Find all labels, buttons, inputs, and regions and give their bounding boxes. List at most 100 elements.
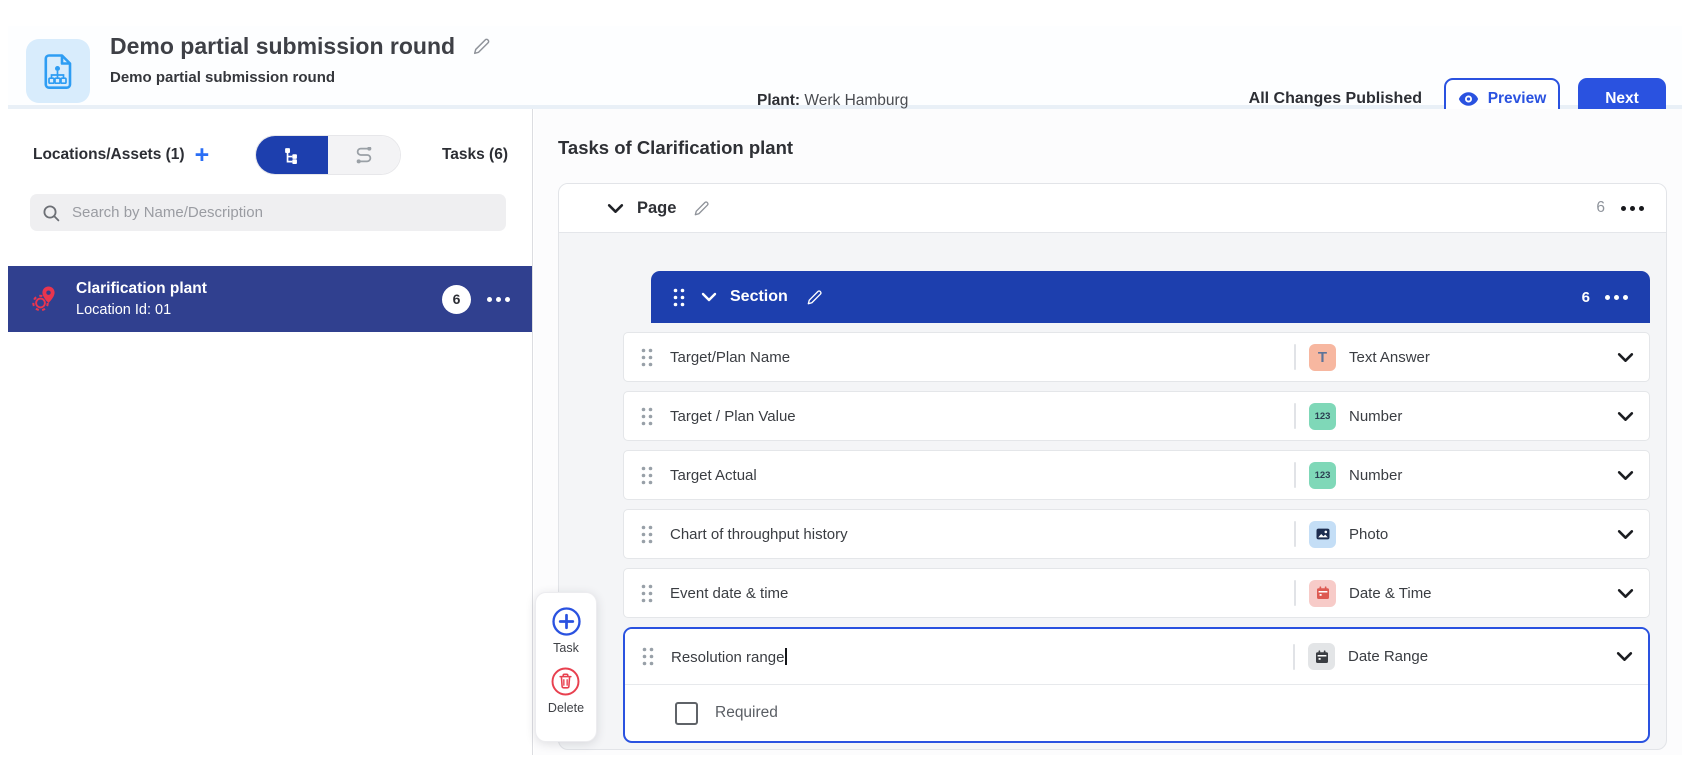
page-card: Page 6 Section 6	[558, 183, 1667, 750]
trash-icon	[550, 666, 581, 697]
task-list: Target/Plan Name T Text Answer Target / …	[623, 332, 1650, 743]
section-label: Section	[730, 288, 788, 306]
task-row[interactable]: Target Actual 123 Number	[623, 450, 1650, 500]
task-type-label: Date & Time	[1349, 585, 1617, 602]
locations-assets-label: Locations/Assets (1)	[33, 146, 185, 164]
route-view-toggle[interactable]	[328, 136, 400, 174]
section-drag-handle-icon[interactable]	[673, 288, 685, 307]
eye-icon	[1458, 91, 1479, 107]
route-view-icon	[354, 147, 374, 164]
page-header[interactable]: Page 6	[559, 184, 1666, 233]
plant-label: Plant:	[757, 92, 800, 109]
document-hierarchy-icon	[38, 51, 78, 91]
add-task-button[interactable]: Task	[551, 606, 582, 655]
round-title: Demo partial submission round	[110, 33, 455, 60]
drag-handle-icon[interactable]	[641, 584, 653, 603]
task-type-badge: T	[1309, 344, 1336, 371]
tasks-count-label: Tasks (6)	[442, 146, 508, 164]
edit-title-icon[interactable]	[471, 36, 492, 57]
location-name: Clarification plant	[76, 280, 207, 298]
asset-pin-icon	[30, 284, 58, 314]
section-task-count: 6	[1582, 289, 1590, 306]
chevron-down-icon[interactable]	[1617, 411, 1634, 422]
location-more-options-icon[interactable]	[487, 297, 510, 302]
divider	[1293, 644, 1295, 670]
chevron-down-icon[interactable]	[1617, 470, 1634, 481]
drag-handle-icon[interactable]	[641, 466, 653, 485]
location-item-clarification-plant[interactable]: Clarification plant Location Id: 01 6	[8, 266, 532, 332]
task-name: Chart of throughput history	[670, 526, 1294, 543]
round-type-icon	[26, 39, 90, 103]
page-collapse-chevron-icon[interactable]	[607, 203, 624, 214]
task-type-badge	[1308, 643, 1335, 670]
divider	[1294, 403, 1296, 429]
task-type-label: Text Answer	[1349, 349, 1617, 366]
required-row: Required	[625, 684, 1648, 741]
required-label: Required	[715, 704, 778, 722]
task-name: Resolution range	[671, 648, 1293, 666]
chevron-down-icon[interactable]	[1617, 352, 1634, 363]
drag-handle-icon[interactable]	[641, 407, 653, 426]
section-more-options-icon[interactable]	[1605, 295, 1628, 300]
task-type-label: Photo	[1349, 526, 1617, 543]
task-type-label: Number	[1349, 408, 1617, 425]
location-id: Location Id: 01	[76, 302, 207, 318]
task-row[interactable]: Resolution range Date Range	[625, 629, 1648, 684]
chevron-down-icon[interactable]	[1617, 588, 1634, 599]
edit-section-icon[interactable]	[805, 288, 824, 307]
section-header[interactable]: Section 6	[651, 271, 1650, 323]
task-type-label: Date Range	[1348, 648, 1616, 665]
add-location-button[interactable]: +	[195, 145, 210, 165]
drag-handle-icon[interactable]	[641, 348, 653, 367]
plus-circle-icon	[551, 606, 582, 637]
tree-view-toggle[interactable]	[256, 136, 328, 174]
chevron-down-icon[interactable]	[1617, 529, 1634, 540]
search-icon	[42, 204, 60, 222]
task-type-badge	[1309, 580, 1336, 607]
tasks-panel: Tasks of Clarification plant Page 6 Sect…	[534, 109, 1682, 755]
chevron-down-icon[interactable]	[1616, 651, 1633, 662]
next-label: Next	[1605, 90, 1639, 108]
divider	[1294, 344, 1296, 370]
view-toggle	[255, 135, 401, 175]
preview-label: Preview	[1488, 90, 1547, 108]
task-row[interactable]: Chart of throughput history Photo	[623, 509, 1650, 559]
task-row[interactable]: Target/Plan Name T Text Answer	[623, 332, 1650, 382]
round-subtitle: Demo partial submission round	[110, 69, 492, 86]
required-checkbox[interactable]	[675, 702, 698, 725]
task-type-badge: 123	[1309, 403, 1336, 430]
plant-value: Werk Hamburg	[804, 92, 908, 109]
publish-status: All Changes Published	[1249, 90, 1422, 108]
locations-sidebar: Locations/Assets (1) + Tasks (6)	[8, 109, 533, 755]
delete-task-button[interactable]: Delete	[548, 666, 584, 715]
task-row[interactable]: Event date & time Date & Time	[623, 568, 1650, 618]
task-name: Target Actual	[670, 467, 1294, 484]
task-type-badge: 123	[1309, 462, 1336, 489]
edit-page-icon[interactable]	[692, 199, 711, 218]
add-task-label: Task	[553, 641, 579, 655]
task-type-label: Number	[1349, 467, 1617, 484]
divider	[1294, 521, 1296, 547]
page-more-options-icon[interactable]	[1621, 206, 1644, 211]
task-name: Target / Plan Value	[670, 408, 1294, 425]
page-label: Page	[637, 199, 676, 218]
task-row[interactable]: Target / Plan Value 123 Number	[623, 391, 1650, 441]
drag-handle-icon[interactable]	[642, 647, 654, 666]
search-input[interactable]	[70, 203, 494, 222]
divider	[1294, 462, 1296, 488]
search-bar	[30, 194, 506, 231]
section-collapse-chevron-icon[interactable]	[701, 292, 717, 302]
task-actions-panel: Task Delete	[535, 592, 597, 742]
task-name: Event date & time	[670, 585, 1294, 602]
page-task-count: 6	[1596, 199, 1605, 217]
app-header: Demo partial submission round Demo parti…	[8, 26, 1682, 109]
task-type-badge	[1309, 521, 1336, 548]
divider	[1294, 580, 1296, 606]
plant-info: Plant: Werk Hamburg	[757, 92, 908, 110]
tree-view-icon	[283, 146, 302, 165]
drag-handle-icon[interactable]	[641, 525, 653, 544]
selected-task-container: Resolution range Date Range Required	[623, 627, 1650, 743]
task-name: Target/Plan Name	[670, 349, 1294, 366]
location-task-count: 6	[442, 285, 471, 314]
tasks-heading: Tasks of Clarification plant	[534, 109, 1682, 159]
